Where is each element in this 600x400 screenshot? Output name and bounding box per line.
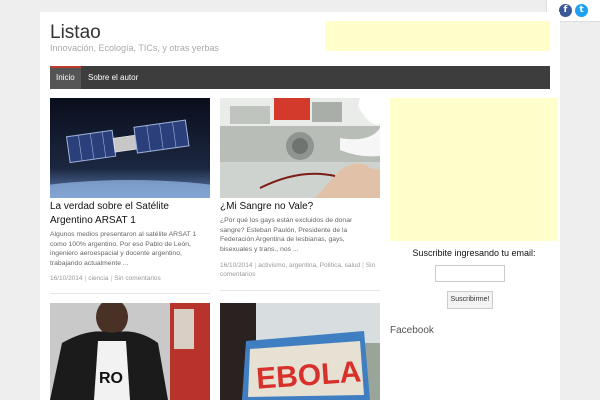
site-description: Innovación, Ecología, TICs, y otras yerb… xyxy=(50,43,219,53)
post-thumbnail-person[interactable]: RO xyxy=(50,303,210,400)
site-title[interactable]: Listao xyxy=(50,22,101,44)
post-excerpt: ¿Por qué los gays están excluidos de don… xyxy=(220,217,353,253)
page-container: Listao Innovación, Ecología, TICs, y otr… xyxy=(40,12,560,400)
post-categories[interactable]: ciencia xyxy=(88,275,108,282)
nav-item-sobre-el-autor[interactable]: Sobre el autor xyxy=(82,66,144,89)
nav-item-inicio[interactable]: Inicio xyxy=(50,66,81,89)
post-categories[interactable]: activismo, argentina, Política, salud xyxy=(258,262,360,269)
twitter-icon[interactable]: t xyxy=(575,4,588,17)
facebook-icon[interactable]: f xyxy=(559,4,572,17)
person-image: RO xyxy=(50,303,210,400)
post-title[interactable]: ¿Mi Sangre no Vale? xyxy=(220,200,380,214)
post-meta: 16/10/2014 | ciencia | Sin comentarios xyxy=(50,275,161,282)
post-comments[interactable]: Sin comentarios xyxy=(114,275,161,282)
shirt-text: RO xyxy=(99,370,123,387)
post-divider xyxy=(50,293,210,294)
post-date: 16/10/2014 xyxy=(220,262,253,269)
subscribe-title: Suscribite ingresando tu email: xyxy=(412,248,536,258)
post-date: 16/10/2014 xyxy=(50,275,83,282)
facebook-widget-title: Facebook xyxy=(390,325,434,336)
ebola-sign-image: EBOLA xyxy=(220,303,380,400)
post-meta: 16/10/2014 | activismo, argentina, Polític… xyxy=(220,262,376,278)
post-excerpt: Algunos medios presentaron al satélite A… xyxy=(50,231,197,267)
post-divider xyxy=(220,290,380,291)
post-thumbnail-ebola[interactable]: EBOLA xyxy=(220,303,380,400)
header-ad-slot xyxy=(325,21,550,51)
subscribe-button[interactable]: Suscribirme! xyxy=(447,291,493,309)
satellite-image xyxy=(50,98,210,198)
post-title[interactable]: La verdad sobre el Satélite Argentino AR… xyxy=(50,200,210,228)
main-nav: Inicio Sobre el autor xyxy=(50,66,550,89)
sidebar-ad-slot xyxy=(390,98,558,241)
subscribe-email-input[interactable] xyxy=(435,265,505,282)
post-thumbnail-blood[interactable] xyxy=(220,98,380,198)
blood-donation-image xyxy=(220,98,380,198)
post-thumbnail-satellite[interactable] xyxy=(50,98,210,198)
